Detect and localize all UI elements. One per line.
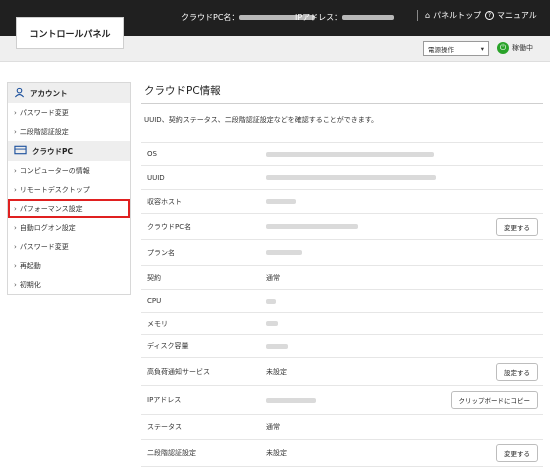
info-row-load-notify: 高負荷通知サービス 未設定 設定する (141, 357, 543, 385)
sidebar-item-password-change[interactable]: › パスワード変更 (8, 103, 130, 122)
sidebar-item-label: パスワード変更 (19, 108, 69, 117)
sidebar-item-label: 再起動 (19, 261, 41, 270)
logo[interactable]: コントロールパネル (16, 17, 124, 49)
sidebar-item-label: リモートデスクトップ (19, 185, 90, 194)
manual-link[interactable]: ? マニュアル (485, 10, 537, 21)
row-label: 二段階認証設定 (147, 449, 196, 457)
sidebar-head-cloudpc: クラウドPC (8, 141, 130, 161)
row-label: UUID (147, 173, 165, 182)
sidebar-head-account: アカウント (8, 83, 130, 103)
info-row-cpu: CPU (141, 289, 543, 312)
divider (417, 10, 418, 21)
info-row-ip: IPアドレス クリップボードにコピー (141, 385, 543, 414)
row-value (266, 198, 543, 206)
user-icon (14, 87, 25, 100)
info-row-memory: メモリ (141, 312, 543, 334)
info-row-status: ステータス 通常 (141, 414, 543, 439)
redacted-value (266, 298, 276, 304)
info-row-pc-name: クラウドPC名 変更する (141, 213, 543, 239)
info-row-plan: プラン名 (141, 239, 543, 265)
ip-label: IPアドレス： (295, 13, 343, 22)
sidebar-item-label: 自動ログオン設定 (19, 223, 76, 232)
power-icon: ⏻ (497, 42, 509, 54)
help-icon: ? (485, 11, 494, 20)
pc-name-label: クラウドPC名： (181, 13, 240, 22)
redacted-value (266, 175, 436, 180)
page-title: クラウドPC情報 (141, 82, 543, 104)
row-label: ディスク容量 (147, 342, 189, 350)
row-value (266, 223, 496, 231)
manual-label: マニュアル (497, 11, 537, 20)
row-value (266, 249, 543, 257)
power-select[interactable]: 電源操作 ▾ (423, 41, 489, 56)
change-pc-name-button[interactable]: 変更する (496, 217, 538, 236)
set-load-notify-button[interactable]: 設定する (496, 362, 538, 381)
main-content: クラウドPC情報 UUID、契約ステータス、二段階認証設定などを確認することがで… (141, 82, 543, 467)
redacted-value (266, 224, 358, 229)
sidebar-item-performance[interactable]: › パフォーマンス設定 (8, 199, 130, 218)
row-label: クラウドPC名 (147, 222, 192, 231)
sidebar-item-computer-info[interactable]: › コンピューターの情報 (8, 161, 130, 180)
ip-redacted (342, 15, 395, 20)
row-value (266, 150, 543, 158)
info-row-os: OS (141, 142, 543, 165)
sidebar-head-label: クラウドPC (32, 146, 74, 156)
change-two-factor-button[interactable]: 変更する (496, 444, 538, 462)
copy-to-clipboard-button[interactable]: クリップボードにコピー (450, 391, 538, 409)
row-label: ステータス (147, 423, 182, 431)
info-row-contract: 契約 通常 (141, 265, 543, 289)
redacted-value (266, 250, 302, 255)
sidebar-item-reboot[interactable]: › 再起動 (8, 256, 130, 275)
computer-icon (14, 145, 27, 157)
redacted-value (266, 321, 278, 326)
redacted-value (266, 397, 316, 403)
status-label: 稼働中 (512, 44, 533, 52)
row-value (266, 174, 543, 182)
row-value: 通常 (266, 273, 280, 282)
redacted-value (266, 343, 288, 349)
info-row-disk: ディスク容量 (141, 334, 543, 357)
ip-info: IPアドレス： (295, 12, 395, 23)
redacted-value (266, 199, 296, 204)
row-value (266, 396, 451, 404)
sidebar-item-label: パスワード変更 (19, 242, 69, 251)
row-value: 未設定 (266, 367, 287, 376)
info-row-host: 収容ホスト (141, 189, 543, 213)
sidebar-item-remote-desktop[interactable]: › リモートデスクトップ (8, 180, 130, 199)
row-label: 高負荷通知サービス (147, 367, 210, 376)
status-indicator: ⏻ 稼働中 (497, 42, 533, 54)
row-label: IPアドレス (147, 396, 182, 404)
info-row-two-factor: 二段階認証設定 未設定 変更する (141, 439, 543, 467)
row-label: 契約 (147, 273, 161, 282)
row-label: メモリ (147, 319, 168, 328)
row-label: 収容ホスト (147, 197, 182, 206)
sidebar-item-initialize[interactable]: › 初期化 (8, 275, 130, 294)
sidebar-item-label: 二段階認証設定 (19, 127, 69, 136)
row-value (266, 342, 543, 350)
chevron-down-icon: ▾ (480, 44, 484, 53)
sidebar: アカウント › パスワード変更 › 二段階認証設定 クラウドPC › コンピューターの… (7, 82, 131, 295)
power-select-value: 電源操作 (428, 45, 454, 54)
sidebar-item-label: パフォーマンス設定 (19, 204, 83, 213)
panel-top-label: パネルトップ (433, 11, 482, 20)
info-row-uuid: UUID (141, 165, 543, 189)
row-label: OS (147, 150, 157, 158)
row-label: プラン名 (147, 248, 175, 257)
home-icon: ⌂ (425, 11, 431, 20)
sidebar-item-password-change-pc[interactable]: › パスワード変更 (8, 237, 130, 256)
row-value: 未設定 (266, 449, 287, 457)
row-value (266, 297, 543, 305)
redacted-value (266, 151, 434, 157)
row-value (266, 320, 543, 328)
sidebar-item-two-factor[interactable]: › 二段階認証設定 (8, 122, 130, 141)
page-description: UUID、契約ステータス、二段階認証設定などを確認することができます。 (144, 116, 379, 124)
sidebar-item-label: コンピューターの情報 (19, 166, 90, 175)
logo-text: コントロールパネル (29, 29, 111, 40)
row-label: CPU (147, 297, 162, 305)
panel-top-link[interactable]: ⌂ パネルトップ (425, 10, 481, 21)
row-value: 通常 (266, 423, 280, 431)
sidebar-item-auto-logon[interactable]: › 自動ログオン設定 (8, 218, 130, 237)
sidebar-head-label: アカウント (30, 88, 68, 98)
sidebar-item-label: 初期化 (19, 280, 41, 289)
